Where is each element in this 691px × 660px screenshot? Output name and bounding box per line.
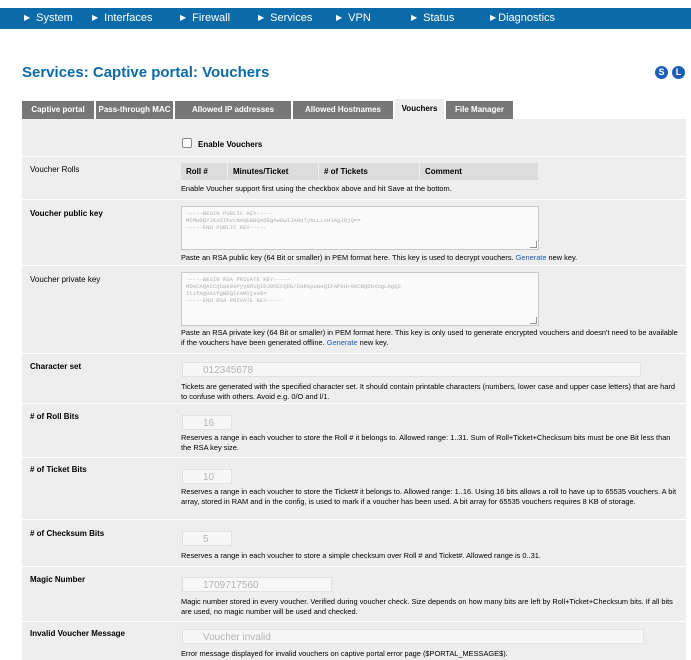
triangle-right-icon: ▶	[411, 13, 418, 22]
col-minutes-ticket: Minutes/Ticket	[227, 163, 319, 180]
page-title: Services: Captive portal: Vouchers	[22, 64, 270, 81]
magic-number-row: Magic Number 1709717560 Magic number sto…	[22, 566, 686, 622]
magic-number-label: Magic Number	[30, 575, 86, 584]
invalid-message-input[interactable]: Voucher invalid	[182, 629, 644, 644]
triangle-right-icon: ▶	[24, 13, 31, 22]
tab-file-manager[interactable]: File Manager	[446, 101, 513, 119]
triangle-right-icon: ▶	[92, 13, 99, 22]
private-key-row: Voucher private key -----BEGIN RSA PRIVA…	[22, 265, 686, 354]
enable-vouchers-checkbox[interactable]	[182, 138, 192, 148]
roll-bits-row: # of Roll Bits 16 Reserves a range in ea…	[22, 403, 686, 458]
triangle-right-icon: ▶	[258, 13, 265, 22]
checksum-bits-desc: Reserves a range in each voucher to stor…	[181, 551, 541, 560]
private-key-label: Voucher private key	[30, 275, 101, 284]
voucher-rolls-row: Voucher Rolls Roll # Minutes/Ticket # of…	[22, 156, 686, 200]
col-roll: Roll #	[181, 163, 228, 180]
col-comment: Comment	[419, 163, 539, 180]
tab-pass-through-mac[interactable]: Pass-through MAC	[96, 101, 173, 119]
ticket-bits-row: # of Ticket Bits 10 Reserves a range in …	[22, 457, 686, 520]
col-tickets: # of Tickets	[318, 163, 420, 180]
tab-allowed-hostnames[interactable]: Allowed Hostnames	[293, 101, 393, 119]
roll-bits-desc: Reserves a range in each voucher to stor…	[181, 433, 671, 452]
tab-captive-portal[interactable]: Captive portal	[22, 101, 94, 119]
top-nav: ▶ System ▶ Interfaces ▶ Firewall ▶ Services …	[0, 8, 691, 29]
voucher-rolls-note: Enable Voucher support first using the c…	[181, 184, 452, 193]
triangle-right-icon: ▶	[490, 13, 497, 22]
public-key-row: Voucher public key -----BEGIN PUBLIC KEY…	[22, 199, 686, 266]
roll-bits-label: # of Roll Bits	[30, 412, 79, 421]
log-l-icon[interactable]: L	[672, 66, 685, 79]
nav-interfaces[interactable]: ▶ Interfaces	[92, 8, 152, 29]
nav-firewall[interactable]: ▶ Firewall	[180, 8, 230, 29]
invalid-message-desc: Error message displayed for invalid vouc…	[181, 649, 508, 658]
voucher-rolls-table: Roll # Minutes/Ticket # of Tickets Comme…	[181, 163, 539, 180]
invalid-message-label: Invalid Voucher Message	[30, 629, 125, 638]
ticket-bits-desc: Reserves a range in each voucher to stor…	[181, 487, 677, 506]
voucher-rolls-label: Voucher Rolls	[30, 165, 80, 174]
enable-vouchers-label: Enable Vouchers	[198, 140, 263, 149]
nav-diagnostics[interactable]: ▶ Diagnostics	[490, 8, 555, 29]
status-s-icon[interactable]: S	[655, 66, 668, 79]
nav-status[interactable]: ▶ Status	[411, 8, 454, 29]
resize-handle-icon[interactable]	[530, 317, 537, 324]
nav-services[interactable]: ▶ Services	[258, 8, 312, 29]
vouchers-panel: Enable Vouchers Voucher Rolls Roll # Min…	[22, 119, 686, 660]
ticket-bits-input[interactable]: 10	[182, 469, 232, 484]
invalid-message-row: Invalid Voucher Message Voucher invalid …	[22, 621, 686, 660]
charset-desc: Tickets are generated with the specified…	[181, 382, 675, 401]
checksum-bits-row: # of Checksum Bits 5 Reserves a range in…	[22, 519, 686, 567]
nav-system[interactable]: ▶ System	[24, 8, 73, 29]
public-key-label: Voucher public key	[30, 209, 103, 218]
private-key-desc: Paste an RSA private key (64 Bit or smal…	[181, 328, 678, 347]
enable-vouchers[interactable]: Enable Vouchers	[182, 138, 262, 149]
ticket-bits-label: # of Ticket Bits	[30, 465, 87, 474]
public-key-desc: Paste an RSA public key (64 Bit or small…	[181, 253, 578, 262]
tab-allowed-ip-addresses[interactable]: Allowed IP addresses	[175, 101, 291, 119]
triangle-right-icon: ▶	[336, 13, 343, 22]
charset-label: Character set	[30, 362, 82, 371]
private-key-textarea[interactable]: -----BEGIN RSA PRIVATE KEY----- MDsCAQAC…	[181, 272, 539, 326]
nav-vpn[interactable]: ▶ VPN	[336, 8, 371, 29]
magic-number-input[interactable]: 1709717560	[182, 577, 332, 592]
checksum-bits-label: # of Checksum Bits	[30, 529, 105, 538]
resize-handle-icon[interactable]	[530, 241, 537, 248]
generate-public-key-link[interactable]: Generate	[516, 253, 547, 262]
triangle-right-icon: ▶	[180, 13, 187, 22]
generate-private-key-link[interactable]: Generate	[327, 338, 358, 347]
charset-row: Character set 012345678 Tickets are gene…	[22, 353, 686, 404]
magic-number-desc: Magic number stored in every voucher. Ve…	[181, 597, 673, 616]
tab-vouchers[interactable]: Vouchers	[395, 99, 444, 119]
public-key-textarea[interactable]: -----BEGIN PUBLIC KEY----- MCMwDQYJKoZIh…	[181, 206, 539, 250]
checksum-bits-input[interactable]: 5	[182, 531, 232, 546]
charset-input[interactable]: 012345678	[182, 362, 641, 377]
roll-bits-input[interactable]: 16	[182, 415, 232, 430]
